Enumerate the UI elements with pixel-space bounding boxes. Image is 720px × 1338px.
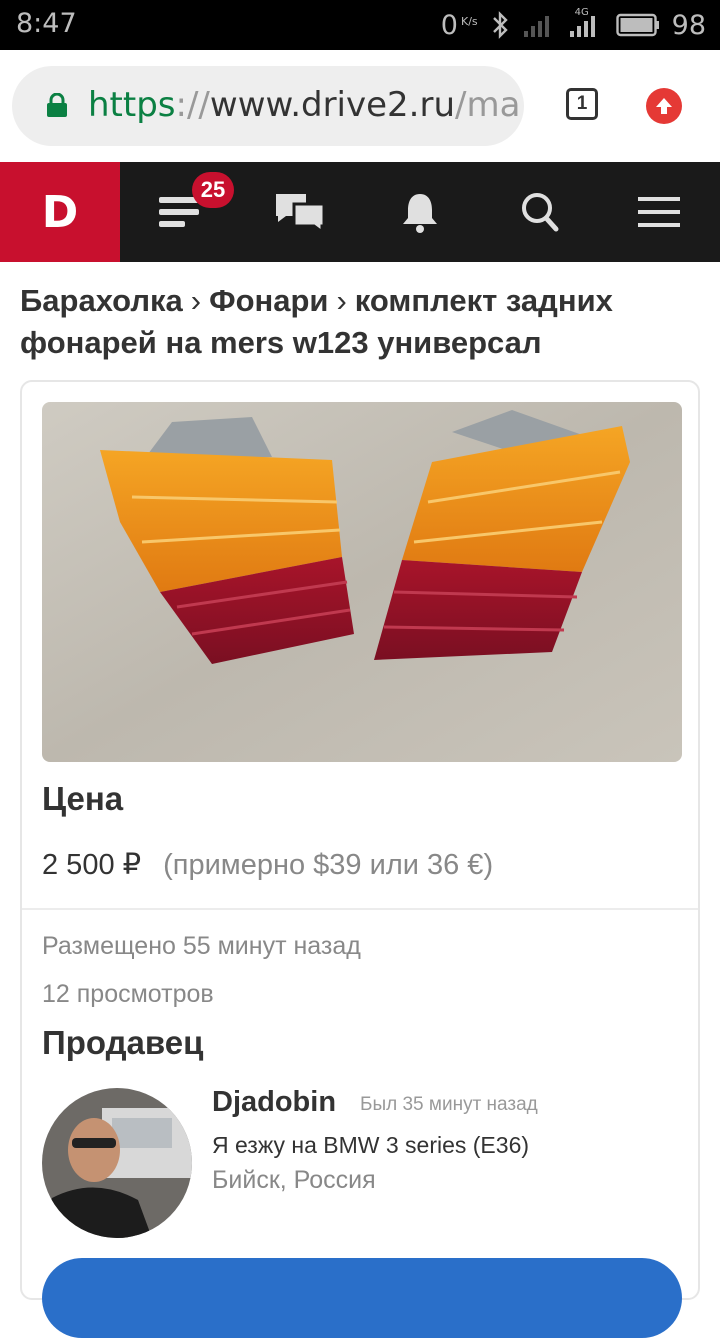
seller-avatar[interactable] xyxy=(42,1088,192,1238)
price-heading: Цена xyxy=(42,780,124,817)
listing-card: Цена 2 500 ₽ (примерно $39 или 36 €) Разм… xyxy=(20,380,700,1338)
breadcrumb-separator: › xyxy=(336,283,347,318)
messages-button[interactable] xyxy=(260,162,340,262)
bell-icon xyxy=(403,194,437,233)
price-approx: (примерно $39 или 36 €) xyxy=(163,849,494,881)
menu-button[interactable] xyxy=(618,162,700,262)
notifications-button[interactable] xyxy=(380,162,460,262)
seller-city: Бийск, Россия xyxy=(212,1166,376,1194)
url-path: /mark xyxy=(455,85,518,125)
lock-icon xyxy=(47,93,67,117)
search-button[interactable] xyxy=(500,162,580,262)
url-host: www.drive2.ru xyxy=(209,85,456,125)
seller-name[interactable]: Djadobin xyxy=(212,1086,336,1119)
view-count: 12 просмотров xyxy=(42,980,214,1008)
network-speed: 0 K/s xyxy=(441,10,478,41)
url-scheme: https xyxy=(88,85,176,125)
breadcrumb-link-market[interactable]: Барахолка xyxy=(20,283,183,318)
bluetooth-icon xyxy=(492,11,508,39)
status-indicators: 0 K/s 4G 98 xyxy=(441,6,706,44)
price-row: 2 500 ₽ (примерно $39 или 36 €) xyxy=(42,847,493,882)
address-bar[interactable]: https://www.drive2.ru/mark xyxy=(12,66,524,146)
menu-icon xyxy=(638,197,680,227)
seller-heading: Продавец xyxy=(42,1024,204,1061)
price-value: 2 500 ₽ xyxy=(42,849,142,881)
arrow-up-icon xyxy=(656,98,672,114)
logo-letter: D xyxy=(41,186,79,238)
browser-toolbar: https://www.drive2.ru/mark 1 xyxy=(0,50,720,162)
signal-icon xyxy=(523,16,549,37)
status-time: 8:47 xyxy=(16,8,77,39)
status-bar: 8:47 0 K/s 4G 98 xyxy=(0,0,720,50)
battery-level: 98 xyxy=(671,9,706,41)
seller-car[interactable]: Я езжу на BMW 3 series (E36) xyxy=(212,1132,529,1159)
breadcrumb-separator: › xyxy=(190,283,202,318)
feed-badge: 25 xyxy=(192,172,234,208)
url-separator: :// xyxy=(175,85,210,125)
signal-4g-icon: 4G xyxy=(568,7,604,39)
update-button[interactable] xyxy=(646,88,682,124)
posted-time: Размещено 55 минут назад xyxy=(42,932,361,960)
breadcrumb: Барахолка › Фонари › комплект задних фонарей… xyxy=(20,280,700,364)
contact-seller-button[interactable] xyxy=(42,1258,682,1338)
network-speed-unit: K/s xyxy=(460,14,478,28)
logo[interactable]: D xyxy=(0,162,120,262)
battery-icon xyxy=(615,13,659,37)
breadcrumb-link-lights[interactable]: Фонари xyxy=(209,283,328,318)
url-text[interactable]: https://www.drive2.ru/mark xyxy=(88,83,518,127)
network-speed-value: 0 xyxy=(440,9,458,41)
listing-photo[interactable] xyxy=(42,402,682,762)
search-icon xyxy=(522,193,559,232)
tab-switcher-button[interactable]: 1 xyxy=(566,88,598,120)
site-navbar: D 25 xyxy=(0,162,720,262)
divider xyxy=(22,908,698,910)
seller-last-seen: Был 35 минут назад xyxy=(360,1094,538,1115)
chat-icon xyxy=(276,194,326,234)
